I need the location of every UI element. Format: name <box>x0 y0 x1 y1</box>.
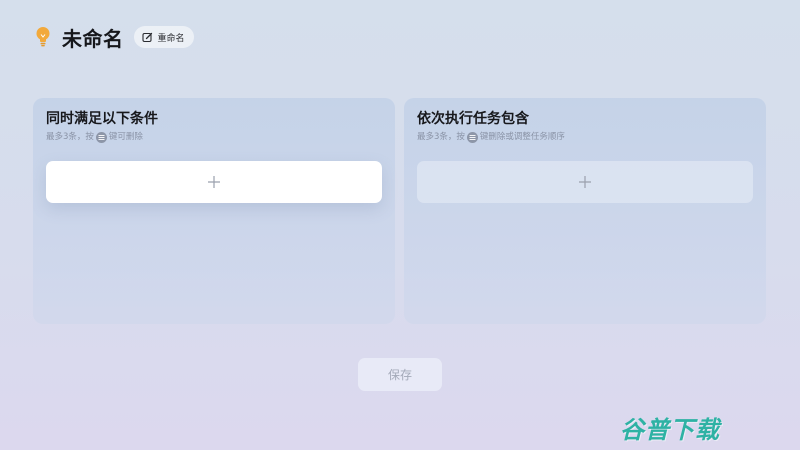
save-button[interactable]: 保存 <box>358 358 442 391</box>
tasks-panel-title: 依次执行任务包含 <box>417 111 529 127</box>
rename-button[interactable]: 重命名 <box>133 26 194 48</box>
page-title: 未命名 <box>62 26 124 51</box>
add-condition-button[interactable] <box>46 161 382 203</box>
lightbulb-icon <box>33 25 53 49</box>
rename-label: 重命名 <box>157 33 185 44</box>
header: 未命名 重命名 <box>33 20 194 54</box>
add-task-button[interactable] <box>417 161 753 203</box>
tasks-panel: 依次执行任务包含 最多3条，按 键删除或调整任务顺序 <box>404 98 766 324</box>
plus-icon <box>207 175 221 189</box>
menu-key-icon <box>466 131 478 143</box>
conditions-panel-hint: 最多3条，按 键可删除 <box>46 131 382 143</box>
conditions-panel-title: 同时满足以下条件 <box>46 111 158 127</box>
watermark-logo: 谷普下载 <box>620 416 720 444</box>
tasks-hint-prefix: 最多3条，按 <box>417 132 465 142</box>
plus-icon <box>578 175 592 189</box>
conditions-panel: 同时满足以下条件 最多3条，按 键可删除 <box>33 98 395 324</box>
conditions-hint-prefix: 最多3条，按 <box>46 132 94 142</box>
menu-key-icon <box>95 131 107 143</box>
tasks-hint-suffix: 键删除或调整任务顺序 <box>479 132 565 142</box>
edit-icon <box>141 32 153 43</box>
tasks-panel-hint: 最多3条，按 键删除或调整任务顺序 <box>417 131 753 143</box>
conditions-hint-suffix: 键可删除 <box>108 132 143 142</box>
